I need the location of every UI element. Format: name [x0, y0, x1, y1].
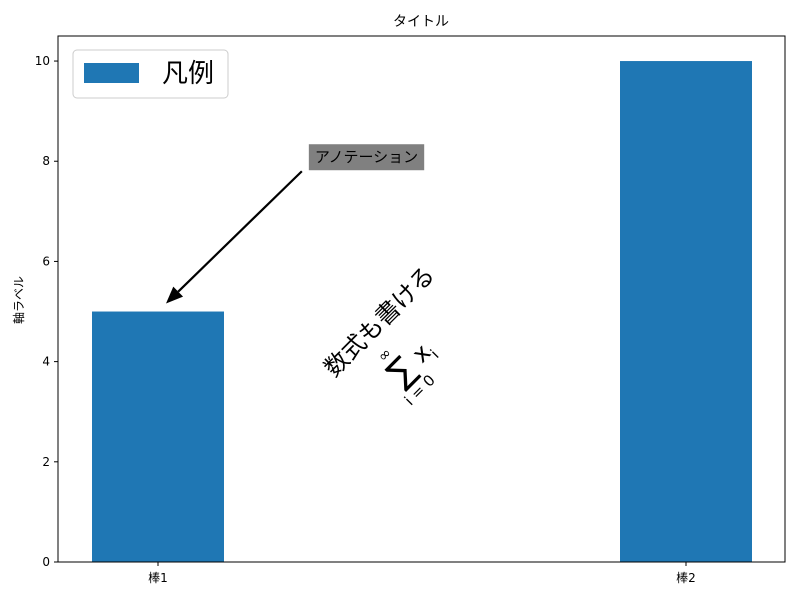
y-tick-label: 0 [42, 555, 50, 569]
bar-1 [92, 311, 224, 562]
bar-2 [620, 61, 752, 563]
chart-title: タイトル [393, 14, 449, 30]
y-tick-label: 8 [42, 154, 50, 168]
annotation-text: アノテーション [315, 148, 418, 166]
x-tick-label: 棒1 [148, 571, 168, 585]
annotation-arrow [177, 170, 303, 293]
y-tick-label: 4 [42, 355, 50, 369]
annotation: アノテーション [166, 144, 425, 304]
legend: 凡例 [72, 49, 229, 99]
legend-label: 凡例 [162, 59, 214, 89]
legend-swatch [84, 63, 139, 83]
bar-chart: タイトル 0 2 4 6 8 10 棒1 棒2 軸ラベル アノテーション 数式も書ける ∑ ∞… [12, 14, 786, 585]
rotated-math-text: 数式も書ける ∑ ∞ i = 0 x i [319, 261, 443, 409]
x-tick-label: 棒2 [676, 571, 696, 585]
y-tick-label: 6 [42, 254, 50, 268]
y-axis-label: 軸ラベル [12, 276, 26, 324]
y-tick-label: 10 [35, 54, 50, 68]
y-tick-label: 2 [42, 455, 50, 469]
bars-group [92, 61, 752, 563]
